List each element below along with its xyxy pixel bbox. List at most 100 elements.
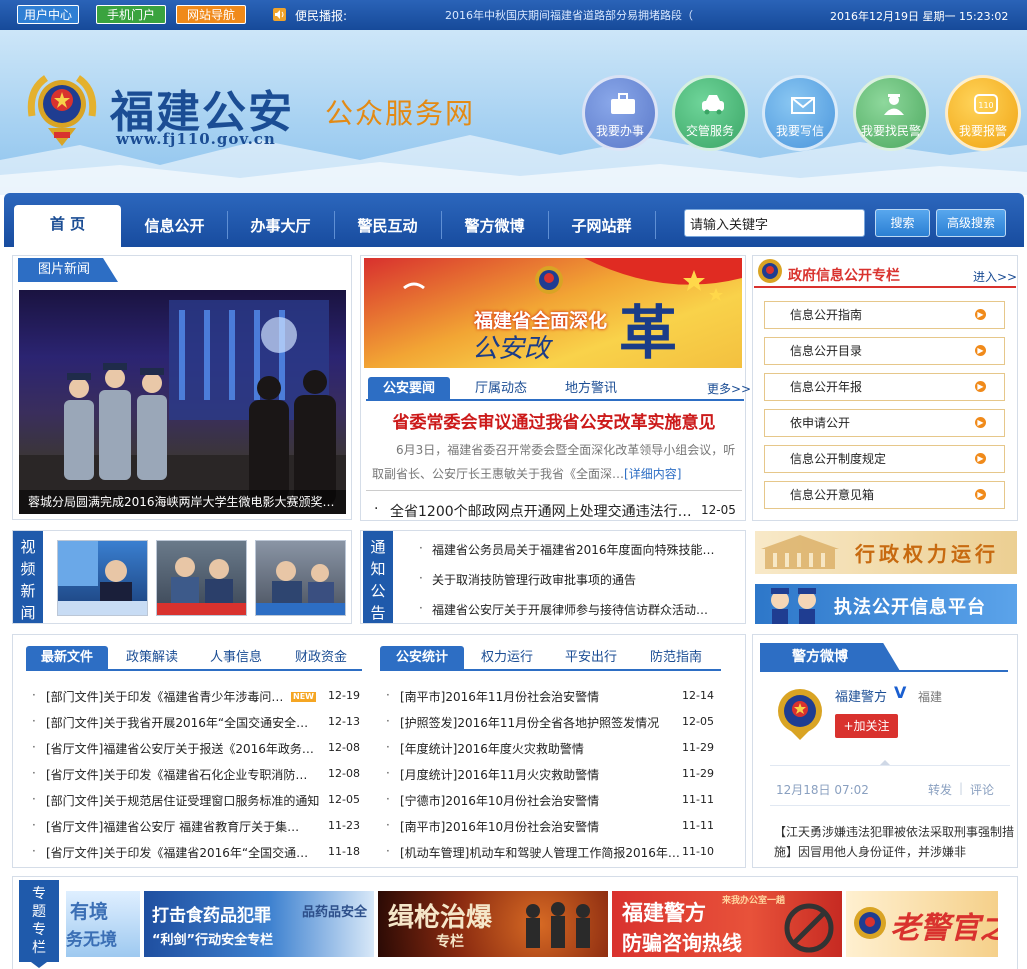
detail-link[interactable]: [详细内容] [624,467,681,481]
gov-item-apply[interactable]: 依申请公开 ▶ [764,409,1005,437]
mobile-portal-link[interactable]: 手机门户 [96,5,166,24]
news-more-link[interactable]: 更多>> [707,380,751,397]
weibo-post-time: 12月18日 07:02 [776,783,869,797]
bullet: · [419,571,423,585]
nav-weibo[interactable]: 警方微博 [442,209,547,247]
doc-item[interactable]: [省厅文件]福建省公安厅 福建省教育厅关于集… [46,818,299,835]
doc-item[interactable]: [省厅文件]关于印发《福建省2016年“全国交通… [46,844,308,861]
weibo-avatar[interactable] [775,686,825,740]
tab-safe-travel[interactable]: 平安出行 [551,646,631,670]
nav-subsites[interactable]: 子网站群 [549,209,654,247]
picture-news-caption[interactable]: 蓉城分局圆满完成2016海峡两岸大学生微电影大赛颁奖… [19,490,346,514]
label-char: 公 [370,582,386,600]
video-thumbnail[interactable] [255,540,346,616]
bullet: · [32,818,36,832]
doc-item[interactable]: [部门文件]关于我省开展2016年“全国交通安全… [46,714,308,731]
doc-item[interactable]: [省厅文件]关于印发《福建省石化企业专职消防… [46,766,307,783]
banner-text: 专栏 [436,934,464,950]
tab-police-news[interactable]: 公安要闻 [368,377,450,401]
video-thumbnail[interactable] [156,540,247,616]
news-bullet: · [374,501,379,517]
stats-item[interactable]: [宁德市]2016年10月份社会治安警情 [400,792,599,809]
picture-news-image[interactable] [19,290,346,515]
doc-item[interactable]: [省厅文件]福建省公安厅关于报送《2016年政务… [46,740,314,757]
reform-banner[interactable]: 福建省全面深化 公安改 革 [364,258,742,368]
special-banner-food-safety[interactable]: 打击食药品犯罪 “利剑”行动安全专栏 品药品安全 [144,891,374,957]
special-banner-1[interactable]: 有境 务无境 [66,891,140,957]
notice-item[interactable]: 福建省公安厅关于开展律师参与接待信访群众活动… [432,601,708,618]
tab-power-operation[interactable]: 权力运行 [467,646,547,670]
gov-item-feedback[interactable]: 信息公开意见箱 ▶ [764,481,1005,509]
video-frame [256,561,345,615]
service-traffic-button[interactable]: 交管服务 [672,75,748,151]
stats-item[interactable]: [南平市]2016年10月份社会治安警情 [400,818,599,835]
arrow-right-icon: ▶ [975,345,986,356]
tab-local-news[interactable]: 地方警讯 [550,377,632,401]
stats-item[interactable]: [机动车管理]机动车和驾驶人管理工作简报2016年… [400,844,680,861]
repost-link[interactable]: 转发 [928,781,952,798]
weibo-post-text[interactable]: 【江天勇涉嫌违法犯罪被依法采取刑事强制措施】因冒用他人身份证件，并涉嫌非 [774,822,1022,862]
search-button[interactable]: 搜索 [875,209,930,237]
service-report-button[interactable]: 110 我要报警 [945,75,1021,151]
stats-item[interactable]: [南平市]2016年11月份社会治安警情 [400,688,599,705]
service-find-police-button[interactable]: 我要找民警 [853,75,929,151]
gov-item-regulations[interactable]: 信息公开制度规定 ▶ [764,445,1005,473]
banner-text: 老警官之 [890,911,998,946]
nav-info-public[interactable]: 信息公开 [122,209,227,247]
special-banner-gun-control[interactable]: 缉枪治爆 专栏 [378,891,608,957]
tab-latest-docs[interactable]: 最新文件 [26,646,108,670]
nav-service-hall[interactable]: 办事大厅 [228,209,333,247]
nav-interaction[interactable]: 警民互动 [335,209,440,247]
notice-item[interactable]: 关于取消技防管理行政审批事项的通告 [432,571,636,588]
stats-item[interactable]: [月度统计]2016年11月火灾救助警情 [400,766,599,783]
label-char: 告 [370,604,386,622]
stats-item[interactable]: [年度统计]2016年度火灾救助警情 [400,740,584,757]
advanced-search-button[interactable]: 高级搜索 [936,209,1006,237]
headline[interactable]: 省委常委会审议通过我省公安改革实施意见 [364,408,744,433]
tab-policy[interactable]: 政策解读 [112,646,192,670]
service-letter-button[interactable]: 我要写信 [762,75,838,151]
law-enforcement-banner-text: 执法公开信息平台 [834,597,986,618]
service-apply-button[interactable]: 我要办事 [582,75,658,151]
stats-date: 12-05 [682,715,714,728]
news-item[interactable]: 全省1200个邮政网点开通网上处理交通违法行… [390,501,692,521]
comment-link[interactable]: 评论 [970,781,994,798]
doc-item[interactable]: [部门文件]关于规范居住证受理窗口服务标准的通知 [46,792,319,809]
special-banner-old-officer[interactable]: 老警官之 [846,891,998,957]
site-nav-link[interactable]: 网站导航 [176,5,246,24]
gov-item-catalog[interactable]: 信息公开目录 ▶ [764,337,1005,365]
nav-divider [655,211,656,239]
notice-ticker[interactable]: 2016年中秋国庆期间福建省道路部分易拥堵路段（ [445,7,710,23]
tab-dept-news[interactable]: 厅属动态 [460,377,542,401]
video-frame [157,557,246,615]
gov-item-label: 信息公开制度规定 [790,452,887,466]
bullet: · [386,818,390,832]
search-input[interactable] [684,209,865,237]
tab-police-stats[interactable]: 公安统计 [380,646,464,670]
weibo-account-name[interactable]: 福建警方 [835,686,887,705]
divider [770,805,1010,806]
video-thumbnail[interactable] [57,540,148,616]
label-char: 专 [32,922,46,938]
banner-text: 品药品安全 [302,905,368,920]
nav-home[interactable]: 首 页 [14,205,121,247]
tab-prevention-guide[interactable]: 防范指南 [636,646,716,670]
news-item-date: 12-05 [701,503,736,517]
stats-date: 11-10 [682,845,714,858]
doc-date: 12-08 [328,741,360,754]
gov-item-guide[interactable]: 信息公开指南 ▶ [764,301,1005,329]
arrow-right-icon: ▶ [975,381,986,392]
follow-button[interactable]: +加关注 [835,714,898,738]
doc-item[interactable]: [部门文件]关于印发《福建省青少年涉毒问… [46,688,283,705]
gov-item-annual-report[interactable]: 信息公开年报 ▶ [764,373,1005,401]
special-banner-anti-fraud[interactable]: 福建警方 防骗咨询热线 来我办公室一趟 [612,891,842,957]
tab-finance[interactable]: 财政资金 [281,646,361,670]
user-center-link[interactable]: 用户中心 [17,5,79,24]
tab-personnel[interactable]: 人事信息 [196,646,276,670]
stats-item[interactable]: [护照签发]2016年11月份全省各地护照签发情况 [400,714,659,731]
notice-item[interactable]: 福建省公务员局关于福建省2016年度面向特殊技能… [432,541,715,558]
reform-banner-line2: 公安改 [472,334,551,364]
doc-date: 11-23 [328,819,360,832]
divider [366,490,742,491]
gov-info-enter-link[interactable]: 进入>> [973,268,1017,285]
